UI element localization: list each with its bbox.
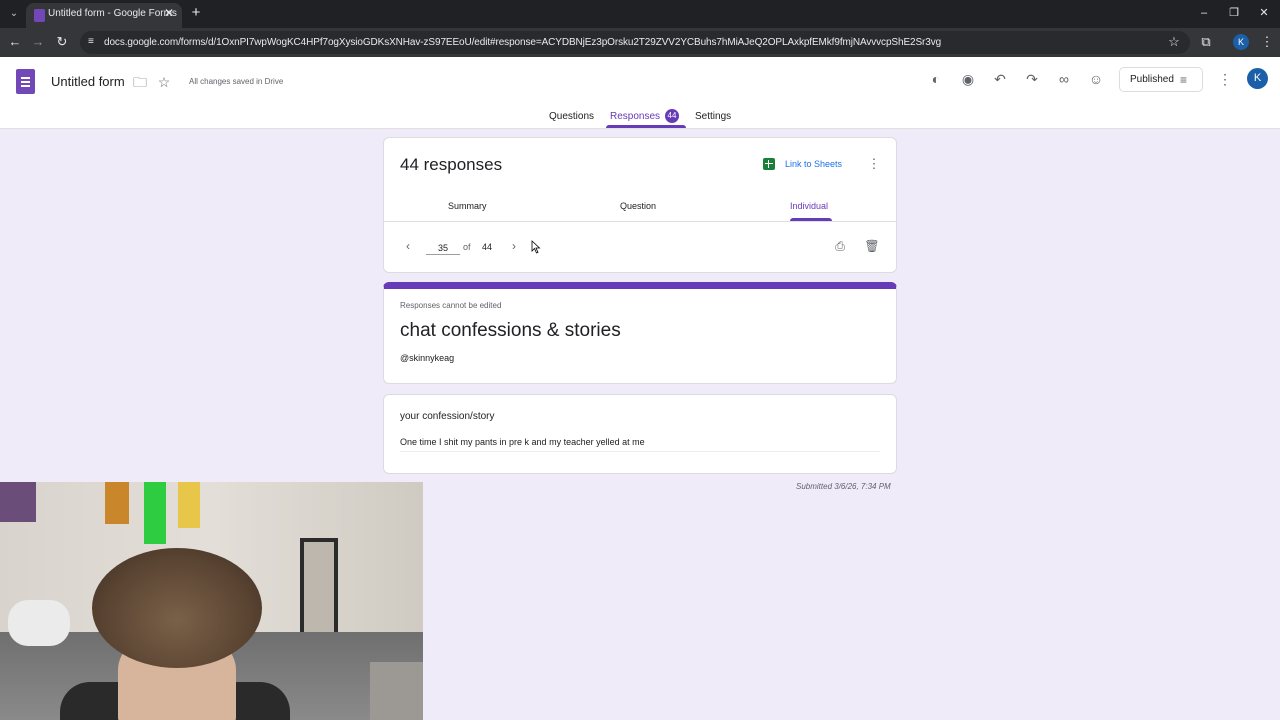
webcam-skateboard-deck	[144, 482, 166, 544]
window-close-icon[interactable]: ✕	[1254, 4, 1274, 22]
address-bar[interactable]: ≡ docs.google.com/forms/d/1OxnPI7wpWogKC…	[80, 31, 1190, 54]
bookmark-star-icon[interactable]: ☆	[1166, 34, 1182, 50]
question-answer: One time I shit my pants in pre k and my…	[400, 437, 645, 447]
form-description: @skinnykeag	[400, 353, 455, 363]
divider	[384, 221, 896, 222]
responses-count-title: 44 responses	[400, 155, 503, 174]
window-restore-icon[interactable]: ❐	[1224, 4, 1244, 22]
tab-close-icon[interactable]: ✕	[162, 6, 176, 20]
google-forms-logo-icon[interactable]	[16, 69, 35, 94]
browser-toolbar: ← → ↻ ≡ docs.google.com/forms/d/1OxnPI7w…	[0, 28, 1280, 57]
previous-response-chevron-icon[interactable]: ‹	[401, 238, 415, 254]
browser-tab-title: Untitled form - Google Forms	[48, 8, 177, 19]
webcam-skateboard-deck	[105, 482, 129, 524]
submitted-timestamp: Submitted 3/6/26, 7:34 PM	[796, 482, 891, 491]
responses-card: 44 responses Link to Sheets ⋮ Summary Qu…	[383, 137, 897, 273]
webcam-desk	[370, 662, 423, 720]
reload-icon[interactable]: ↻	[54, 34, 70, 50]
tab-list-chevron-down-icon[interactable]: ⌄	[6, 6, 22, 22]
responses-count-badge: 44	[665, 109, 679, 123]
more-options-icon[interactable]: ⋮	[1216, 70, 1234, 88]
next-response-chevron-icon[interactable]: ›	[507, 238, 521, 254]
move-folder-icon[interactable]: 🗀	[131, 73, 149, 91]
eye-icon[interactable]: ◉	[959, 70, 977, 88]
account-avatar[interactable]: K	[1247, 68, 1268, 89]
star-icon[interactable]: ☆	[155, 73, 173, 91]
person-add-icon[interactable]: ☺	[1087, 70, 1105, 88]
redo-icon[interactable]: ↷	[1023, 70, 1041, 88]
new-tab-plus-icon[interactable]: +	[188, 5, 204, 21]
published-label: Published	[1130, 74, 1174, 85]
form-title-card: Responses cannot be edited chat confessi…	[383, 282, 897, 384]
browser-menu-icon[interactable]: ⋮	[1259, 34, 1275, 50]
subtab-summary[interactable]: Summary	[448, 201, 487, 211]
palette-icon[interactable]: ◐	[927, 70, 945, 88]
subtab-question[interactable]: Question	[620, 201, 656, 211]
url-text: docs.google.com/forms/d/1OxnPI7wpWogKC4H…	[104, 37, 942, 48]
window-minimize-icon[interactable]: –	[1194, 4, 1214, 22]
tab-settings[interactable]: Settings	[695, 111, 731, 122]
question-card: your confession/story One time I shit my…	[383, 394, 897, 474]
link-to-sheets-button[interactable]: Link to Sheets	[785, 159, 842, 169]
extensions-puzzle-icon[interactable]: ⧉	[1198, 34, 1214, 50]
forms-favicon-icon	[34, 9, 45, 22]
more-vert-icon[interactable]: ⋮	[866, 156, 882, 172]
webcam-poster	[0, 482, 36, 522]
webcam-pillow	[8, 600, 70, 646]
trash-icon[interactable]: 🗑	[864, 238, 880, 254]
save-status: All changes saved in Drive	[189, 77, 284, 86]
tab-questions[interactable]: Questions	[549, 111, 594, 122]
browser-profile-avatar[interactable]: K	[1233, 34, 1249, 50]
question-label: your confession/story	[400, 411, 495, 422]
webcam-overlay	[0, 482, 423, 720]
browser-tab-strip: ⌄ Untitled form - Google Forms ✕ + – ❐ ✕	[0, 0, 1280, 28]
webcam-skateboard-deck	[178, 482, 200, 528]
mouse-cursor-icon	[531, 240, 541, 254]
published-button[interactable]: Published ≡	[1119, 67, 1203, 92]
answer-underline	[400, 451, 880, 452]
page-total: 44	[482, 242, 493, 252]
tab-responses[interactable]: Responses	[610, 111, 660, 122]
form-title: chat confessions & stories	[400, 320, 621, 341]
page-of-label: of	[463, 242, 471, 252]
site-info-icon[interactable]: ≡	[88, 35, 100, 49]
undo-icon[interactable]: ↶	[991, 70, 1009, 88]
sheets-icon[interactable]	[763, 158, 775, 170]
active-tab-indicator	[606, 125, 686, 128]
arrow-back-icon[interactable]: ←	[7, 34, 23, 50]
form-name[interactable]: Untitled form	[51, 74, 125, 89]
print-icon[interactable]: ⎙	[832, 238, 848, 254]
subtab-individual[interactable]: Individual	[790, 201, 828, 211]
responses-locked-notice: Responses cannot be edited	[400, 301, 502, 310]
forms-header: Untitled form 🗀 ☆ All changes saved in D…	[0, 57, 1280, 129]
link-icon[interactable]: ∞	[1055, 70, 1073, 88]
response-page-input[interactable]	[426, 241, 460, 255]
tune-icon: ≡	[1180, 73, 1188, 87]
browser-tab[interactable]: Untitled form - Google Forms ✕	[26, 3, 182, 28]
arrow-forward-icon[interactable]: →	[30, 34, 46, 50]
webcam-person-hair	[92, 548, 262, 668]
